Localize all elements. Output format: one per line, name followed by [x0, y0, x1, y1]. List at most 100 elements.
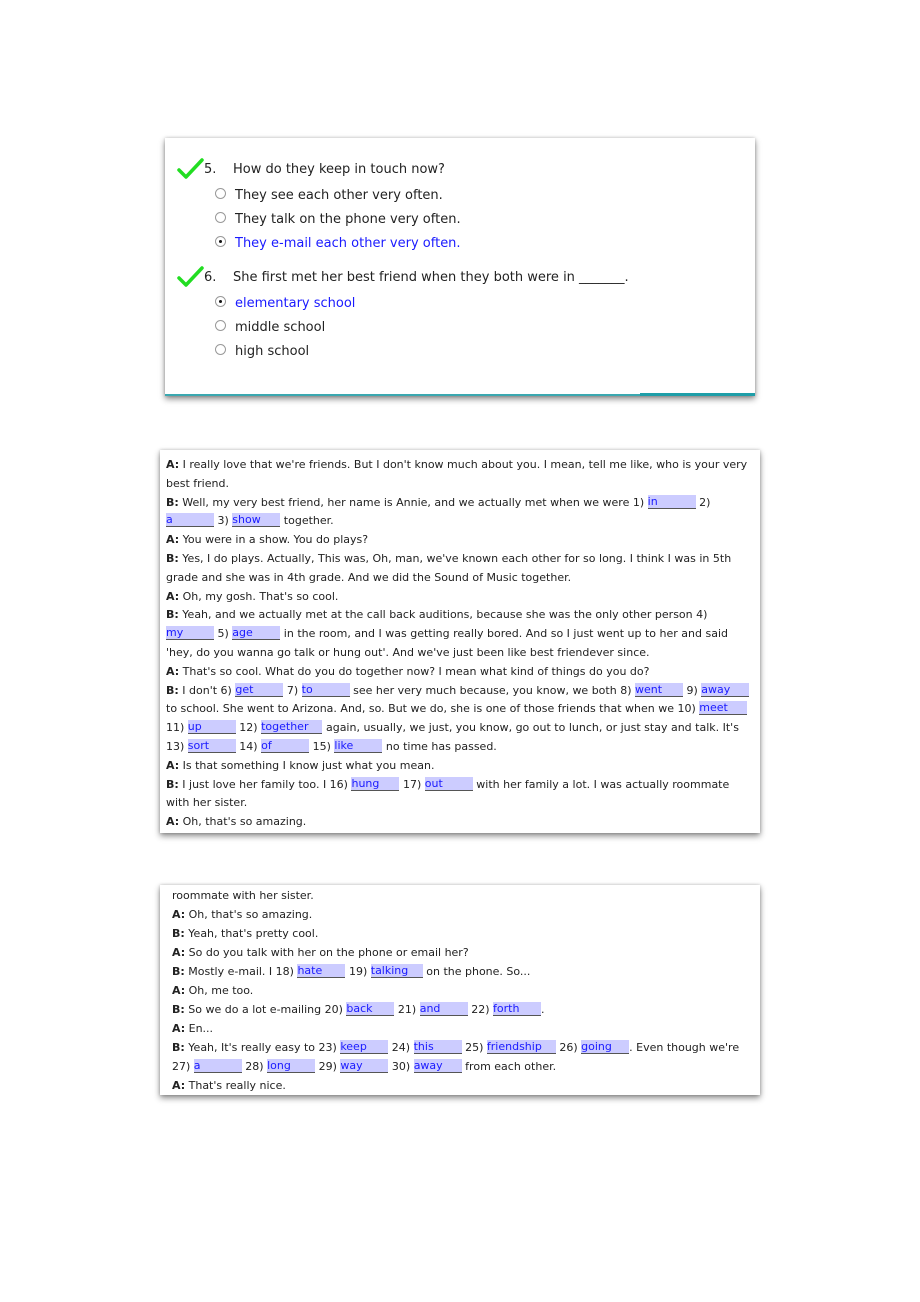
radio-button[interactable] [215, 320, 226, 331]
answer-blank-22[interactable]: forth [493, 1002, 541, 1016]
answer-blank-12[interactable]: together [261, 720, 323, 735]
dialogue-text: I really love that we're friends. But I … [166, 458, 748, 490]
answer-blank-17[interactable]: out [424, 776, 473, 791]
dialogue-text: I don't 6) [178, 683, 236, 697]
answer-blank-21[interactable]: and [419, 1002, 468, 1016]
dialogue-text: 30) [388, 1060, 414, 1073]
dialogue-text: 7) [283, 683, 302, 697]
answer-blank-24[interactable]: this [413, 1040, 462, 1054]
dialogue-text: together. [280, 514, 334, 528]
answer-blank-6[interactable]: get [235, 682, 284, 697]
option[interactable]: They talk on the phone very often. [215, 212, 461, 227]
answer-blank-30[interactable]: away [413, 1059, 462, 1073]
dialogue-text: Yeah, and we actually met at the call ba… [178, 608, 708, 622]
dialogue-line: A: Oh, that's so amazing. [172, 905, 754, 924]
dialogue-line: A: Oh, my gosh. That's so cool. [166, 588, 754, 607]
dialogue-text: Well, my very best friend, her name is A… [178, 495, 648, 509]
dialogue-text: 19) [345, 965, 371, 978]
answer-blank-4[interactable]: my [166, 626, 214, 641]
answer-blank-28[interactable]: long [267, 1059, 316, 1073]
option-selected[interactable]: elementary school [215, 296, 355, 311]
dialogue-text: 17) [399, 777, 425, 791]
dialogue-line: A: So do you talk with her on the phone … [172, 943, 754, 962]
speaker-label: B: [166, 608, 179, 622]
dialogue-text: no time has passed. [382, 739, 497, 753]
dialogue-text: roommate with her sister. [172, 889, 314, 902]
quiz-panel: 5. How do they keep in touch now? They s… [165, 138, 755, 396]
dialogue-text: Oh, that's so amazing. [179, 815, 307, 829]
answer-blank-7[interactable]: to [301, 682, 350, 697]
answer-blank-23[interactable]: keep [340, 1040, 389, 1054]
dialogue-text: 12) [235, 721, 262, 735]
dialogue-panel-1: A: I really love that we're friends. But… [160, 450, 760, 833]
dialogue-text: 28) [241, 1060, 268, 1073]
answer-blank-19[interactable]: talking [370, 964, 423, 978]
speaker-label: A: [172, 908, 186, 921]
option-selected[interactable]: They e-mail each other very often. [215, 236, 461, 251]
dialogue-text: Oh, that's so amazing. [185, 908, 313, 921]
option[interactable]: middle school [215, 320, 325, 335]
speaker-label: B: [166, 495, 179, 509]
dialogue-line: B: Yeah, that's pretty cool. [172, 924, 754, 943]
radio-button[interactable] [215, 188, 226, 199]
dialogue-line: B: Yes, I do plays. Actually, This was, … [166, 550, 754, 588]
speaker-label: A: [166, 758, 180, 772]
dialogue-line: A: That's really nice. [172, 1076, 754, 1095]
dialogue-line: A: Oh, that's so amazing. [166, 813, 754, 832]
radio-button-selected[interactable] [215, 296, 226, 307]
dialogue-text: Yeah, that's pretty cool. [184, 927, 319, 940]
speaker-label: B: [172, 1003, 185, 1016]
question-number: 6. [204, 270, 217, 285]
answer-blank-25[interactable]: friendship [486, 1040, 556, 1054]
answer-blank-5[interactable]: age [232, 626, 281, 641]
dialogue-text: from each other. [461, 1060, 557, 1073]
speaker-label: B: [166, 777, 179, 791]
dialogue-text: 9) [682, 683, 702, 697]
dialogue-text: Yeah, It's really easy to 23) [184, 1041, 341, 1054]
answer-blank-27[interactable]: a [193, 1059, 242, 1073]
speaker-label: A: [172, 984, 186, 997]
option[interactable]: They see each other very often. [215, 188, 443, 203]
speaker-label: A: [166, 815, 180, 829]
radio-button-selected[interactable] [215, 236, 226, 247]
answer-blank-2[interactable]: a [166, 513, 214, 528]
dialogue-text: 22) [467, 1003, 493, 1016]
question-number: 5. [204, 162, 217, 177]
radio-button[interactable] [215, 344, 226, 355]
speaker-label: B: [166, 551, 179, 565]
scroll-indicator [640, 393, 755, 396]
answer-blank-29[interactable]: way [340, 1059, 389, 1073]
answer-blank-16[interactable]: hung [351, 776, 400, 791]
speaker-label: A: [166, 664, 180, 678]
answer-blank-20[interactable]: back [346, 1002, 395, 1016]
radio-button[interactable] [215, 212, 226, 223]
answer-blank-10[interactable]: meet [699, 701, 748, 716]
answer-blank-3[interactable]: show [232, 513, 281, 528]
speaker-label: B: [172, 965, 185, 978]
answer-blank-15[interactable]: like [334, 738, 383, 753]
answer-blank-14[interactable]: of [261, 738, 310, 753]
option-label: middle school [235, 320, 326, 335]
option-label: They see each other very often. [235, 188, 443, 203]
dialogue-text: Oh, my gosh. That's so cool. [179, 589, 339, 603]
dialogue-text: So do you talk with her on the phone or … [185, 946, 469, 959]
answer-blank-1[interactable]: in [647, 494, 696, 509]
answer-blank-26[interactable]: going [581, 1040, 630, 1054]
answer-blank-9[interactable]: away [701, 682, 750, 697]
dialogue-line: A: You were in a show. You do plays? [166, 531, 754, 550]
answer-blank-18[interactable]: hate [297, 964, 346, 978]
dialogue-text: Oh, me too. [185, 984, 254, 997]
option[interactable]: high school [215, 344, 309, 359]
answer-blank-11[interactable]: up [187, 720, 236, 735]
dialogue-line: A: En... [172, 1019, 754, 1038]
dialogue-text: Mostly e-mail. I 18) [184, 965, 298, 978]
answer-blank-13[interactable]: sort [187, 738, 236, 753]
dialogue-panel-2: roommate with her sister. A: Oh, that's s… [160, 885, 760, 1095]
option-label: They e-mail each other very often. [235, 236, 461, 251]
dialogue-text: 24) [388, 1041, 414, 1054]
answer-blank-8[interactable]: went [634, 682, 683, 697]
speaker-label: A: [166, 533, 180, 547]
dialogue-text: on the phone. So... [422, 965, 531, 978]
speaker-label: A: [172, 1022, 186, 1035]
dialogue-line: roommate with her sister. [172, 886, 754, 905]
